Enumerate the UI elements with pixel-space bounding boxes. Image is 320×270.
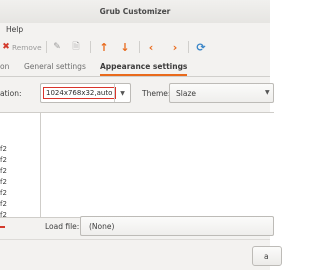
resolution-input[interactable]: 1024x768x32,auto bbox=[43, 87, 116, 99]
list-item[interactable]: f2 bbox=[0, 200, 7, 210]
toolbar-separator bbox=[139, 41, 140, 53]
footer-separator bbox=[0, 239, 270, 240]
remove-icon[interactable]: ✖ bbox=[1, 39, 11, 55]
menu-help[interactable]: Help bbox=[6, 25, 23, 34]
theme-file-list-panel: f2 f2 f2 f2 f2 f2 f2 bbox=[0, 112, 274, 219]
load-file-value: (None) bbox=[89, 222, 115, 231]
list-divider bbox=[40, 113, 41, 217]
resolution-combo[interactable]: 1024x768x32,auto ▼ bbox=[40, 83, 131, 103]
theme-value: Slaze bbox=[176, 89, 196, 98]
appearance-panel: ation: 1024x768x32,auto ▼ Theme: Slaze ▼… bbox=[0, 77, 282, 270]
footer-action-button[interactable]: a bbox=[252, 246, 282, 266]
title-bar: Grub Customizer bbox=[0, 0, 270, 23]
toolbar-separator bbox=[90, 41, 91, 53]
toolbar-separator bbox=[46, 41, 47, 53]
list-item[interactable]: f2 bbox=[0, 178, 7, 188]
window-title: Grub Customizer bbox=[99, 7, 171, 16]
tab-list-configuration[interactable]: on bbox=[0, 60, 9, 76]
move-up-icon[interactable]: ↑ bbox=[98, 39, 110, 55]
refresh-icon[interactable]: ⟳ bbox=[195, 39, 207, 55]
tab-bar: on General settings Appearance settings bbox=[0, 57, 270, 77]
create-entry-icon[interactable]: 🗎 bbox=[70, 39, 82, 55]
remove-button-label[interactable]: Remove bbox=[12, 39, 42, 55]
list-item[interactable]: f2 bbox=[0, 145, 7, 155]
edit-pencil-icon[interactable]: ✎ bbox=[51, 39, 63, 55]
theme-select[interactable]: Slaze ▼ bbox=[169, 83, 274, 103]
load-file-chooser[interactable]: (None) bbox=[80, 216, 274, 236]
chevron-down-icon: ▼ bbox=[265, 89, 270, 96]
menu-bar: Help bbox=[0, 23, 270, 37]
theme-file-list[interactable]: f2 f2 f2 f2 f2 f2 f2 bbox=[0, 113, 40, 219]
toolbar: ✖ Remove ✎ 🗎 ↑ ↓ ‹ › ⟳ bbox=[0, 37, 270, 57]
tab-general-settings[interactable]: General settings bbox=[24, 60, 86, 76]
move-right-icon[interactable]: › bbox=[169, 39, 181, 55]
chevron-down-icon[interactable]: ▼ bbox=[114, 84, 130, 102]
move-down-icon[interactable]: ↓ bbox=[119, 39, 131, 55]
list-item[interactable]: f2 bbox=[0, 211, 7, 221]
list-item[interactable]: f2 bbox=[0, 189, 7, 199]
resolution-label: ation: bbox=[0, 89, 22, 98]
tab-appearance-settings[interactable]: Appearance settings bbox=[100, 60, 188, 76]
move-left-icon[interactable]: ‹ bbox=[145, 39, 157, 55]
remove-file-icon[interactable] bbox=[0, 226, 5, 228]
list-item[interactable]: f2 bbox=[0, 156, 7, 166]
load-file-label: Load file: bbox=[45, 222, 80, 231]
toolbar-separator bbox=[188, 41, 189, 53]
list-item[interactable]: f2 bbox=[0, 167, 7, 177]
theme-label: Theme: bbox=[142, 89, 171, 98]
